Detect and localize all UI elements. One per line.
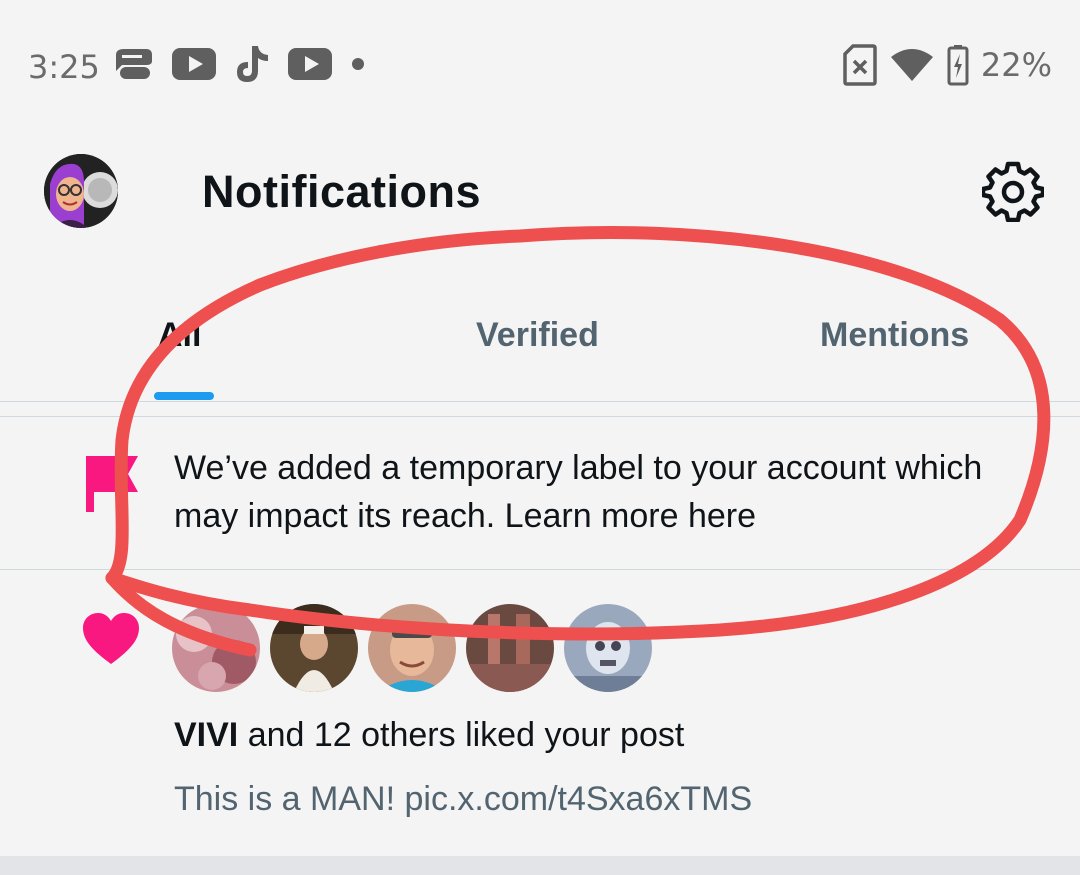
like-summary: VIVI and 12 others liked your post — [174, 716, 684, 755]
status-bar: 3:25 22% — [0, 0, 1080, 130]
system-icons: 22% — [843, 44, 1052, 86]
youtube-icon — [288, 48, 332, 80]
liker-avatars — [172, 604, 652, 692]
notification-tabs: All Verified Mentions — [0, 300, 1080, 402]
settings-button[interactable] — [980, 160, 1046, 223]
profile-avatar[interactable] — [44, 154, 118, 228]
tabs-divider — [0, 401, 1080, 402]
liker-avatar[interactable] — [564, 604, 652, 692]
liker-avatar[interactable] — [466, 604, 554, 692]
liker-avatar[interactable] — [172, 604, 260, 692]
liker-avatar[interactable] — [368, 604, 456, 692]
tiktok-icon — [237, 46, 268, 82]
section-divider — [0, 416, 1080, 417]
status-time: 3:25 — [28, 48, 100, 86]
tab-verified[interactable]: Verified — [476, 316, 599, 355]
message-app-icon — [116, 49, 152, 79]
wifi-icon — [890, 49, 933, 81]
bottom-divider — [0, 856, 1080, 875]
tab-mentions[interactable]: Mentions — [820, 316, 969, 355]
post-preview[interactable]: This is a MAN! pic.x.com/t4Sxa6xTMS — [174, 780, 752, 819]
tab-all[interactable]: All — [158, 316, 201, 355]
gear-icon — [980, 161, 1046, 223]
notice-divider — [0, 569, 1080, 570]
heart-icon — [83, 613, 139, 664]
notifications-screen: 3:25 22% Notifications All Verified Ment… — [0, 0, 1080, 875]
liker-name[interactable]: VIVI — [174, 716, 238, 754]
flag-icon — [86, 456, 138, 512]
dot-icon — [352, 58, 364, 70]
notification-icons — [112, 44, 366, 84]
no-sim-icon — [843, 44, 877, 86]
notice-text[interactable]: We’ve added a temporary label to your ac… — [174, 444, 994, 540]
page-title: Notifications — [202, 166, 482, 217]
active-tab-indicator — [154, 392, 214, 400]
liker-avatar[interactable] — [270, 604, 358, 692]
battery-charging-icon — [947, 45, 969, 86]
battery-level: 22% — [980, 46, 1052, 84]
youtube-icon — [172, 48, 216, 80]
like-summary-text: and 12 others liked your post — [238, 716, 685, 754]
